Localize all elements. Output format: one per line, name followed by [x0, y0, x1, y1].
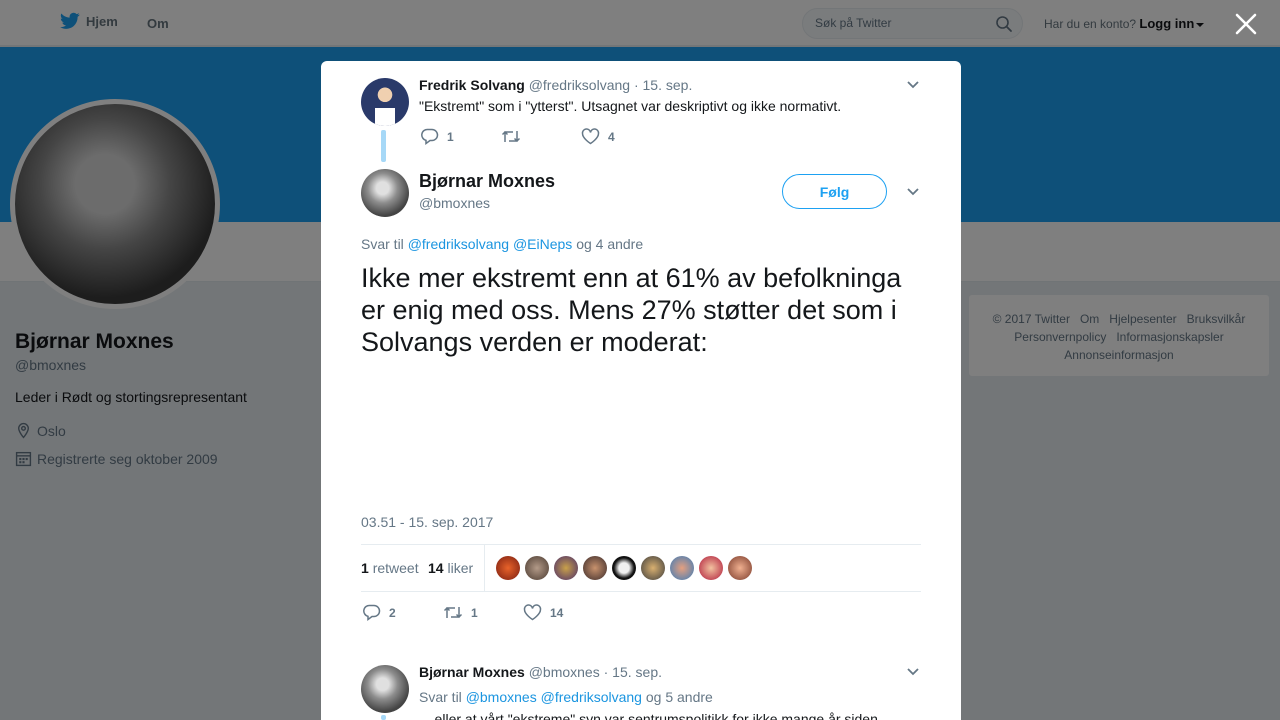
liker-avatar[interactable] — [583, 556, 607, 580]
liker-avatar[interactable] — [728, 556, 752, 580]
chevron-down-icon[interactable] — [906, 80, 920, 90]
parent-author-handle[interactable]: @fredriksolvang — [529, 77, 630, 93]
mention-link[interactable]: @fredriksolvang — [541, 689, 642, 705]
mention-link[interactable]: @fredriksolvang — [408, 236, 509, 252]
like-stat[interactable]: 14 liker — [428, 560, 473, 576]
retweet-button[interactable]: 1 — [443, 604, 478, 621]
retweet-icon — [501, 130, 521, 143]
like-count: 4 — [608, 129, 615, 144]
parent-tweet-text: "Ekstremt" som i "ytterst". Utsagnet var… — [419, 98, 842, 114]
reply-tweet-date[interactable]: · 15. sep. — [604, 664, 662, 680]
avatar[interactable] — [361, 665, 409, 713]
like-count: 14 — [550, 605, 564, 620]
reply-context: Svar til @fredriksolvang @EiNeps og 4 an… — [361, 236, 643, 252]
heart-icon — [523, 604, 542, 621]
reply-icon — [363, 604, 381, 621]
close-icon[interactable] — [1233, 11, 1259, 37]
retweet-count: 1 — [471, 605, 478, 620]
avatar[interactable] — [361, 78, 409, 126]
like-button[interactable]: 4 — [581, 128, 615, 145]
retweet-stat[interactable]: 1 retweet — [361, 560, 419, 576]
reply-others-link[interactable]: og 5 andre — [646, 689, 713, 705]
retweet-icon — [443, 606, 463, 619]
reply-tweet-text: ... eller at vårt "ekstreme" syn var sen… — [419, 711, 882, 720]
main-author-name[interactable]: Bjørnar Moxnes — [419, 171, 555, 192]
liker-avatar[interactable] — [641, 556, 665, 580]
follow-button[interactable]: Følg — [782, 174, 887, 209]
stats-divider — [484, 545, 485, 591]
parent-tweet-header: Fredrik Solvang @fredriksolvang · 15. se… — [419, 77, 692, 93]
mention-link[interactable]: @EiNeps — [513, 236, 572, 252]
thread-line — [381, 130, 386, 162]
reply-icon — [421, 128, 439, 145]
main-tweet-text: Ikke mer ekstremt enn at 61% av befolkni… — [361, 263, 902, 357]
retweet-stat-count: 1 — [361, 560, 369, 576]
reply-count: 2 — [389, 605, 396, 620]
reply-context: Svar til @bmoxnes @fredriksolvang og 5 a… — [419, 689, 713, 705]
liker-avatar[interactable] — [612, 556, 636, 580]
tweet-timestamp[interactable]: 03.51 - 15. sep. 2017 — [361, 514, 493, 530]
reply-author-handle[interactable]: @bmoxnes — [529, 664, 600, 680]
reply-button[interactable]: 1 — [421, 128, 454, 145]
tweet-stats: 1 retweet 14 liker — [361, 544, 921, 592]
chevron-down-icon[interactable] — [906, 667, 920, 677]
tweet-modal — [321, 61, 961, 720]
reply-button[interactable]: 2 — [363, 604, 396, 621]
reply-prefix: Svar til — [361, 236, 404, 252]
heart-icon — [581, 128, 600, 145]
liker-avatar[interactable] — [670, 556, 694, 580]
reply-prefix: Svar til — [419, 689, 462, 705]
liker-avatar[interactable] — [525, 556, 549, 580]
parent-author-name[interactable]: Fredrik Solvang — [419, 77, 525, 93]
reply-others-link[interactable]: og 4 andre — [576, 236, 643, 252]
like-stat-label: liker — [447, 560, 474, 576]
like-button[interactable]: 14 — [523, 604, 563, 621]
main-author-handle[interactable]: @bmoxnes — [419, 195, 490, 211]
mention-link[interactable]: @bmoxnes — [466, 689, 537, 705]
retweet-button[interactable] — [501, 128, 529, 145]
reply-count: 1 — [447, 129, 454, 144]
retweet-stat-label: retweet — [372, 560, 419, 576]
thread-line — [381, 715, 386, 720]
liker-avatar[interactable] — [554, 556, 578, 580]
reply-tweet-header: Bjørnar Moxnes @bmoxnes · 15. sep. — [419, 664, 662, 680]
parent-tweet-date[interactable]: · 15. sep. — [634, 77, 692, 93]
avatar[interactable] — [361, 169, 409, 217]
liker-avatar[interactable] — [699, 556, 723, 580]
chevron-down-icon[interactable] — [906, 187, 920, 197]
like-stat-count: 14 — [428, 560, 444, 576]
reply-author-name[interactable]: Bjørnar Moxnes — [419, 664, 525, 680]
liker-avatar[interactable] — [496, 556, 520, 580]
